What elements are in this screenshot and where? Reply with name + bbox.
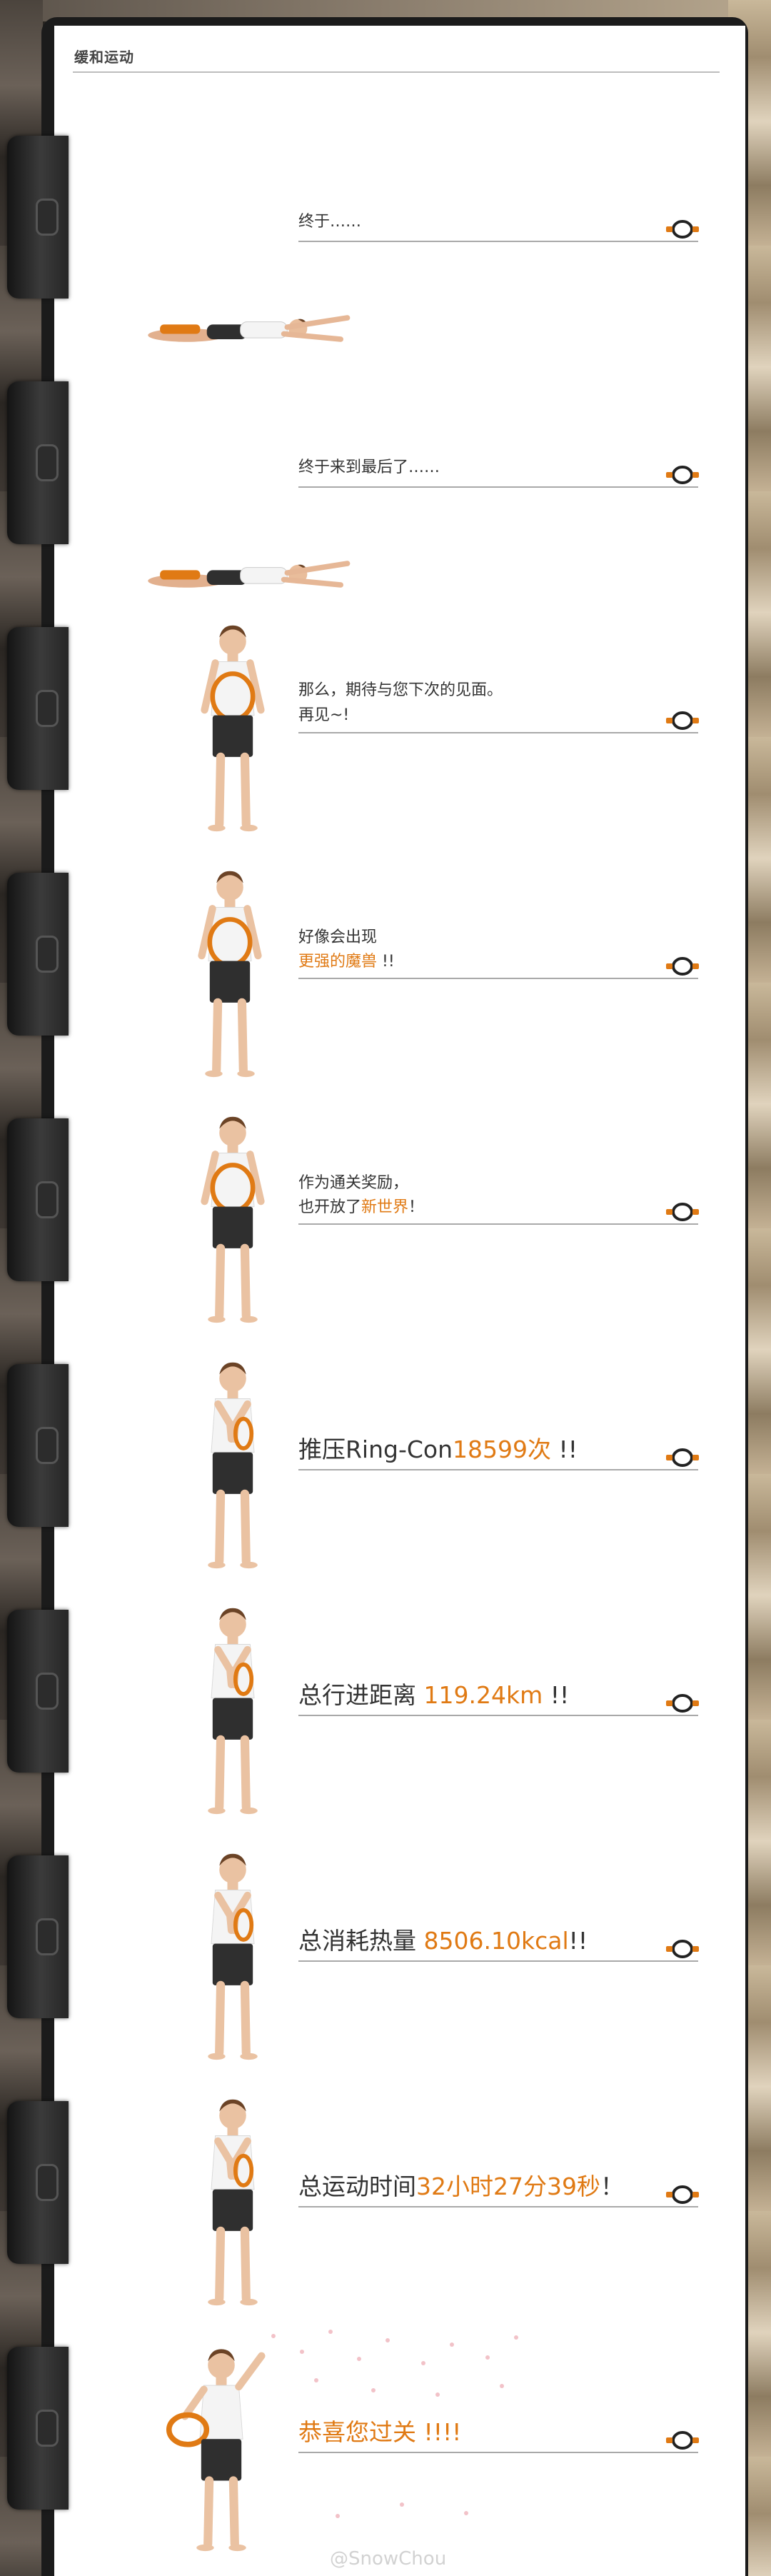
dialog-text-line2: 再见~! (298, 706, 350, 724)
cheering-figure (164, 2342, 278, 2564)
confetti-petal (435, 2392, 440, 2397)
ring-con-icon (665, 464, 700, 486)
dialog-text: 终于…… (298, 213, 362, 231)
confetti-petal (450, 2342, 454, 2347)
stat-text: 总运动时间32小时27分39秒！ (298, 2172, 624, 2201)
stat-text: 总消耗热量 8506.10kcal!! (298, 1927, 588, 1955)
congrats-panel: 恭喜您过关 !!!! (54, 2211, 745, 2457)
stat-label: 总行进距离 (298, 1681, 424, 1709)
ring-con-icon (665, 1201, 700, 1223)
confetti-petal (271, 2334, 276, 2338)
stat-panel-presses: 推压Ring-Con18599次 !! (54, 1228, 745, 1474)
confetti-petal (371, 2388, 376, 2392)
dialog-underline (298, 1223, 698, 1225)
dialog-panel-2: 终于来到最后了…… (54, 246, 745, 491)
dialog-panel-3: 那么，期待与您下次的见面。 再见~! (54, 491, 745, 737)
stat-value: 8506.10kcal (423, 1927, 569, 1955)
highlight-text: 更强的魔兽 (298, 953, 378, 971)
confetti-petal (485, 2355, 490, 2360)
stat-panel-time: 总运动时间32小时27分39秒！ (54, 1965, 745, 2211)
confetti-petal (421, 2361, 425, 2365)
dialog-underline (298, 978, 698, 979)
dialog-panel-4: 好像会出现 更强的魔兽 !! (54, 737, 745, 983)
confetti-petal (328, 2330, 333, 2334)
ring-con-icon (665, 1938, 700, 1960)
stat-value: 32小时27分39秒 (416, 2172, 600, 2200)
ring-con-icon (665, 2184, 700, 2205)
confetti-petal (357, 2357, 361, 2361)
stat-label: 推压Ring-Con (298, 1435, 453, 1463)
ring-con-icon (665, 1447, 700, 1468)
dialog-text-line2: 更强的魔兽 !! (298, 950, 395, 973)
ring-con-icon (665, 1693, 700, 1714)
stat-value: 119.24km (423, 1681, 543, 1709)
dialog-panel-5: 作为通关奖励， 也开放了新世界！ (54, 983, 745, 1228)
stat-tail: !! (543, 1681, 570, 1709)
confetti-petal (500, 2384, 504, 2388)
confetti-petal (464, 2511, 468, 2515)
dialog-underline (298, 486, 698, 488)
stat-tail: !! (551, 1435, 578, 1463)
dialog-underline (298, 2206, 698, 2207)
dialog-text-line1: 好像会出现 (298, 928, 378, 946)
dialog-text-line2: 也开放了新世界！ (298, 1196, 424, 1219)
ring-con-icon (665, 2430, 700, 2451)
dialog-underline (298, 1960, 698, 1962)
ring-con-icon (665, 956, 700, 977)
congrats-text: 恭喜您过关 !!!! (298, 2418, 461, 2447)
confetti-petal (400, 2502, 404, 2507)
ring-con-icon (665, 219, 700, 240)
dialog-text-line1: 作为通关奖励， (298, 1174, 409, 1192)
ring-con-icon (665, 710, 700, 731)
dialog-underline (298, 2452, 698, 2453)
confetti-petal (336, 2514, 340, 2518)
stat-panel-distance: 总行进距离 119.24km !! (54, 1474, 745, 1720)
dialog-underline (298, 241, 698, 242)
confetti-petal (314, 2378, 318, 2382)
stat-tail: !! (568, 1927, 588, 1955)
stat-value: 18599次 (453, 1435, 551, 1463)
dialog-text-tail: ！ (408, 1198, 425, 1216)
confetti-petal (300, 2350, 304, 2354)
dialog-panel-1: 终于…… (54, 0, 745, 246)
confetti-petal (514, 2335, 518, 2340)
congrats-highlight: 恭喜您过关 !!!! (298, 2418, 462, 2446)
stat-text: 总行进距离 119.24km !! (298, 1681, 569, 1710)
dialog-text-pre: 也开放了 (298, 1198, 362, 1216)
dialog-underline (298, 732, 698, 733)
stat-text: 推压Ring-Con18599次 !! (298, 1435, 578, 1464)
dialog-underline (298, 1715, 698, 1716)
dialog-underline (298, 1469, 698, 1470)
dialog-text-line1: 那么，期待与您下次的见面。 (298, 681, 503, 699)
dialog-text-tail: !! (377, 953, 395, 971)
stat-label: 总消耗热量 (298, 1927, 424, 1955)
stat-label: 总运动时间 (298, 2172, 416, 2200)
confetti-petal (386, 2338, 390, 2342)
highlight-text: 新世界 (361, 1198, 409, 1216)
watermark: @SnowChou (330, 2548, 447, 2570)
dialog-text: 终于来到最后了…… (298, 458, 440, 476)
stat-tail: ！ (600, 2172, 624, 2200)
stat-panel-calories: 总消耗热量 8506.10kcal!! (54, 1720, 745, 1965)
